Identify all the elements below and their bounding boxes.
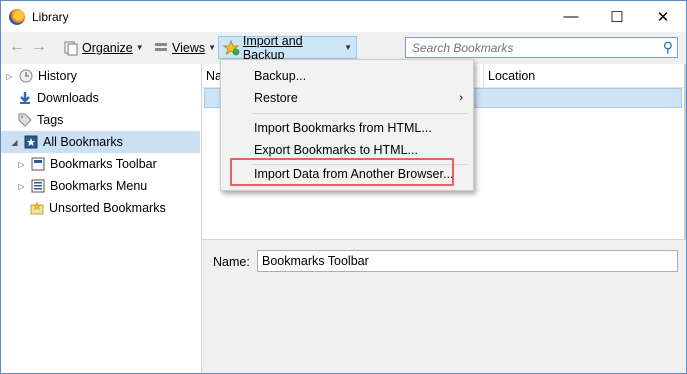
folder-star-icon [30,201,44,215]
import-backup-button[interactable]: Import and Backup ▼ [218,33,357,62]
expand-icon[interactable]: ▷ [5,72,14,81]
sidebar-item-history[interactable]: ▷ History [5,65,77,87]
chevron-right-icon: › [459,92,463,104]
sidebar-item-label: Tags [37,113,64,127]
import-backup-label: Import and Backup [242,33,303,62]
menu-item-label: Restore [254,91,298,105]
organize-icon [64,41,78,55]
sidebar-item-unsorted-bookmarks[interactable]: Unsorted Bookmarks [30,197,166,219]
forward-icon[interactable]: → [31,38,47,56]
sidebar-item-label: Unsorted Bookmarks [49,201,166,215]
collapse-icon[interactable]: ◢ [10,138,19,147]
sidebar-item-tags[interactable]: Tags [18,109,63,131]
menu-item-label: Import Bookmarks from HTML... [254,121,432,135]
details-pane: Name: [202,239,686,373]
search-box[interactable]: ⚲ [405,37,678,58]
firefox-icon [9,9,25,25]
name-label: Name: [213,255,250,269]
highlight-annotation [230,158,454,186]
sidebar-tree: ▷ History Downloads Tags ◢ All Bookmarks… [1,64,202,373]
views-label: Views [172,40,206,55]
menu-item-import-html[interactable]: Import Bookmarks from HTML... [221,117,473,139]
sidebar-item-label: All Bookmarks [43,135,123,149]
minimize-button[interactable]: — [548,1,594,32]
column-header-location[interactable]: Location [484,64,686,88]
download-arrow-icon [20,92,30,104]
clock-icon [19,69,33,83]
sidebar-item-downloads[interactable]: Downloads [18,87,99,109]
sidebar-item-label: History [38,69,77,83]
organize-button[interactable]: Organize ▼ [59,36,148,59]
chevron-down-icon: ▼ [344,43,352,52]
back-icon[interactable]: ← [9,38,25,56]
scrollbar[interactable] [684,64,686,240]
expand-icon[interactable]: ▷ [17,160,26,169]
sidebar-item-label: Downloads [37,91,99,105]
views-icon [155,42,167,51]
close-button[interactable]: ✕ [640,1,686,32]
star-folder-icon [24,135,38,149]
tag-icon [18,113,32,127]
menu-item-restore[interactable]: Restore › [221,87,473,109]
chevron-down-icon: ▼ [135,43,144,52]
window-title: Library [32,10,69,24]
menu-item-backup[interactable]: Backup... [221,65,473,87]
library-window: Library — ☐ ✕ ← → Organize ▼ Views ▼ Imp… [0,0,687,374]
sidebar-item-label: Bookmarks Menu [50,179,148,193]
search-input[interactable] [410,38,654,58]
toolbar-icon [31,157,45,171]
sidebar-item-label: Bookmarks Toolbar [50,157,157,171]
menu-list-icon [31,179,45,193]
expand-icon[interactable]: ▷ [17,182,26,191]
star-refresh-icon [223,39,240,55]
search-icon[interactable]: ⚲ [663,39,673,56]
title-bar: Library — ☐ ✕ [1,1,686,32]
organize-label: Organize [82,40,133,55]
sidebar-item-bookmarks-toolbar[interactable]: ▷ Bookmarks Toolbar [17,153,157,175]
menu-item-label: Backup... [254,69,307,83]
menu-item-label: Export Bookmarks to HTML... [254,143,418,157]
views-button[interactable]: Views ▼ [149,36,220,59]
chevron-down-icon: ▼ [208,43,217,52]
name-field[interactable] [257,250,678,272]
maximize-button[interactable]: ☐ [594,1,640,32]
menu-separator [252,113,468,114]
sidebar-item-all-bookmarks[interactable]: ◢ All Bookmarks [1,131,200,153]
sidebar-item-bookmarks-menu[interactable]: ▷ Bookmarks Menu [17,175,147,197]
